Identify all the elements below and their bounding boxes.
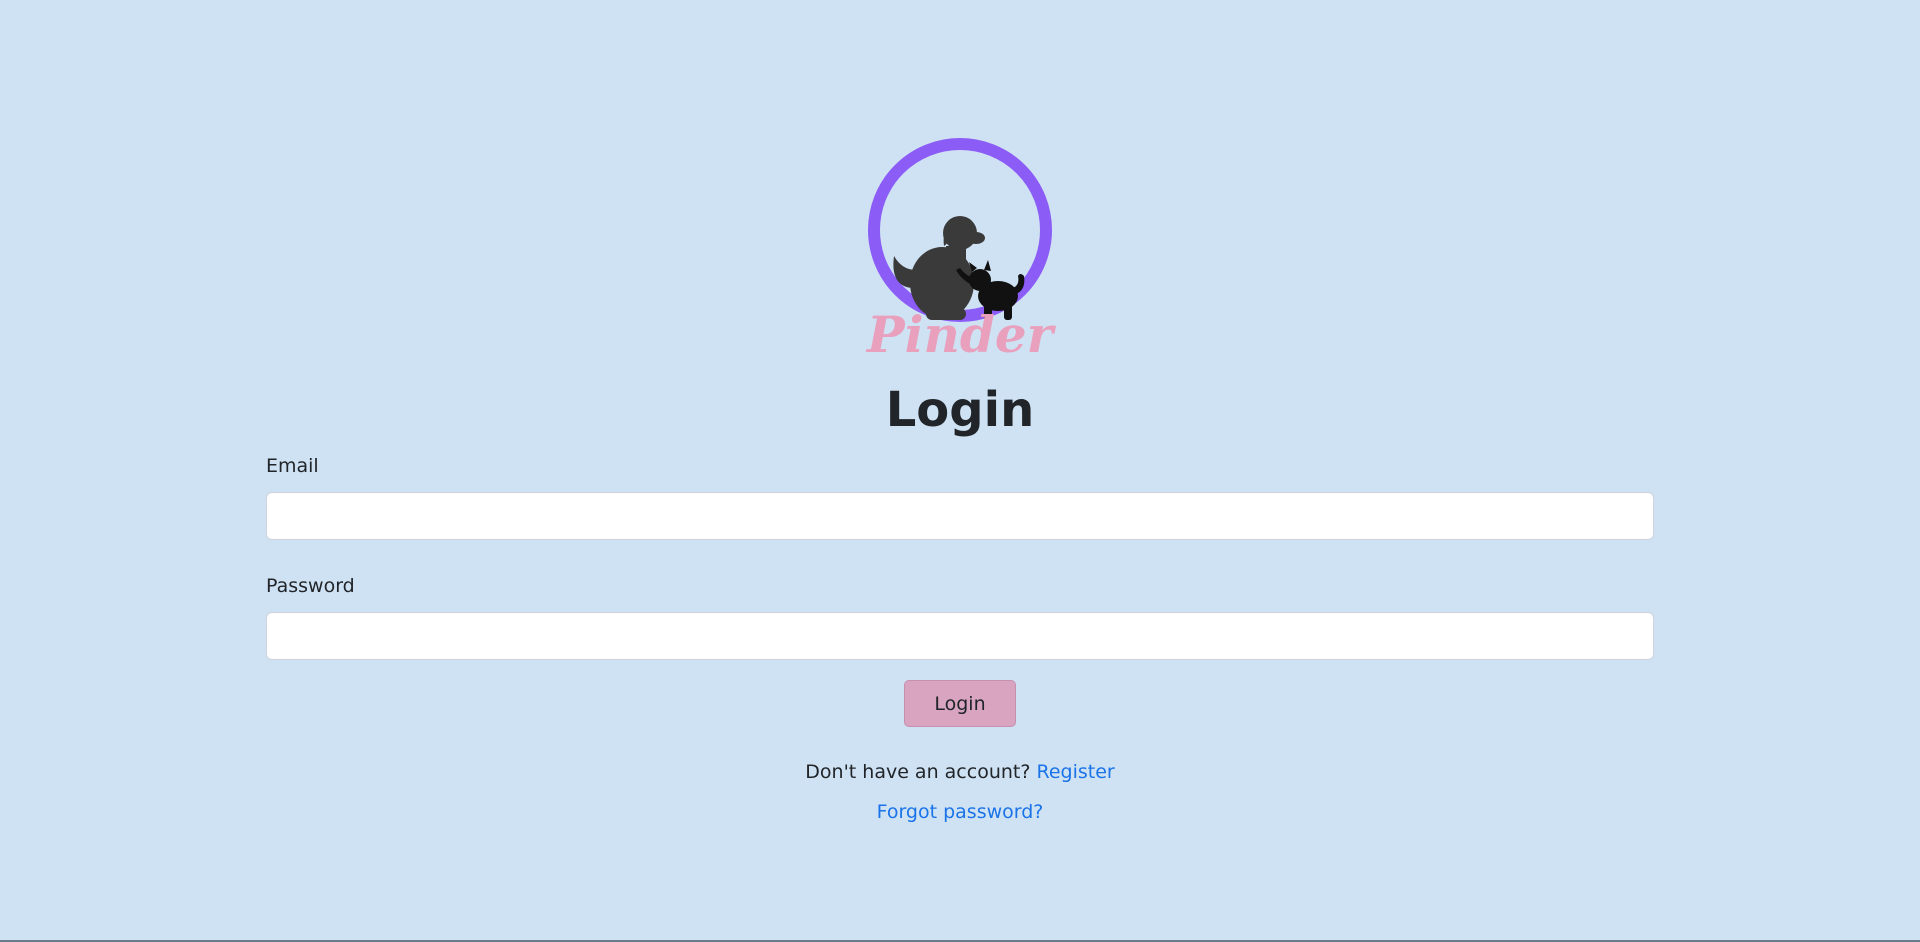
login-page: Pinder Login Email Password Login Don't … xyxy=(0,0,1920,942)
pinder-logo: Pinder xyxy=(865,138,1057,364)
forgot-password-line: Forgot password? xyxy=(266,799,1654,825)
register-prompt-line: Don't have an account? Register xyxy=(266,759,1654,785)
login-form: Email Password Login Don't have an accou… xyxy=(266,452,1654,825)
submit-row: Login xyxy=(266,680,1654,727)
email-field[interactable] xyxy=(266,492,1654,540)
email-label: Email xyxy=(266,455,319,477)
register-link[interactable]: Register xyxy=(1036,761,1114,783)
password-field-group: Password xyxy=(266,572,1654,660)
forgot-password-link[interactable]: Forgot password? xyxy=(877,801,1044,823)
login-button[interactable]: Login xyxy=(904,680,1016,727)
pinder-wordmark: Pinder xyxy=(865,305,1057,364)
page-title: Login xyxy=(885,382,1035,438)
password-label: Password xyxy=(266,575,355,597)
email-field-group: Email xyxy=(266,452,1654,540)
password-field[interactable] xyxy=(266,612,1654,660)
register-prompt-text: Don't have an account? xyxy=(805,761,1031,783)
